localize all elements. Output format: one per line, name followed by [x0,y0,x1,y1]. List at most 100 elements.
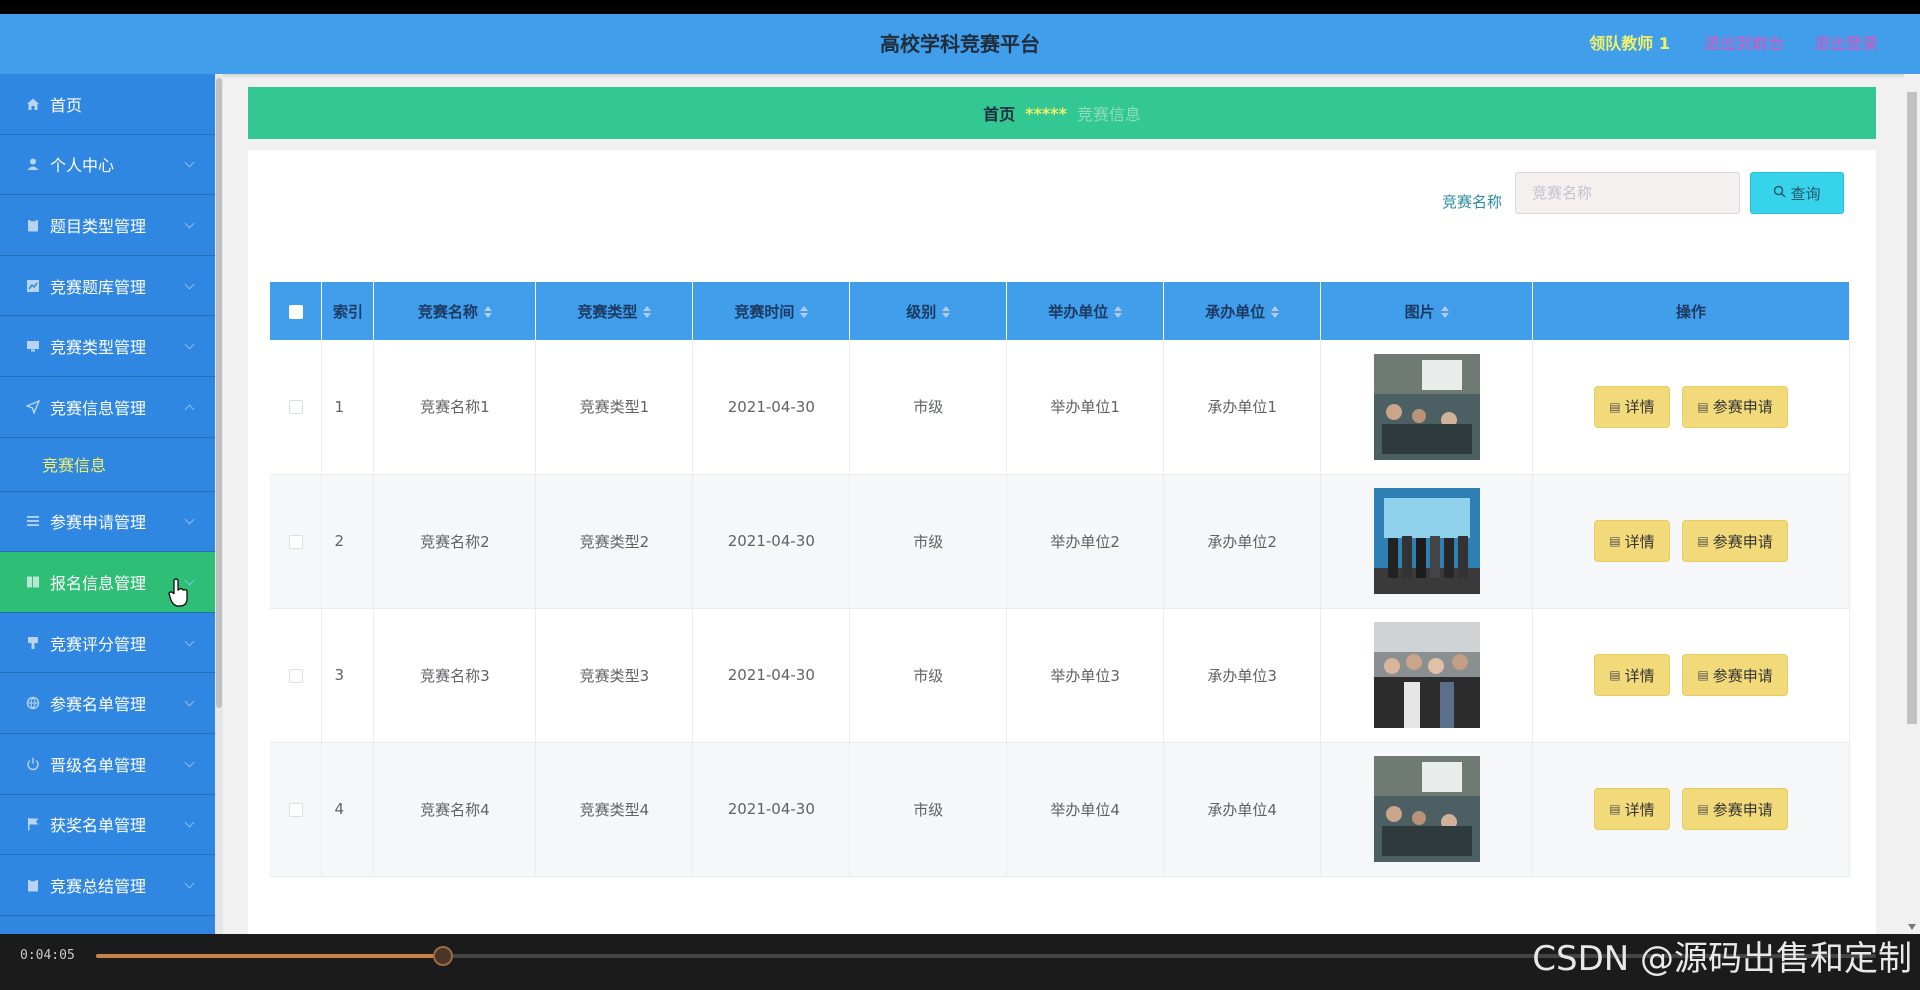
globe-icon [24,694,42,712]
breadcrumb-current: 竞赛信息 [1076,105,1141,124]
sidebar-item-label: 参赛名单管理 [50,695,147,715]
cell-time: 2021-04-30 [692,742,851,877]
list-icon [24,512,42,530]
video-player-bar: 0:04:05 CSDN @源码出售和定制 [0,934,1920,990]
search-label: 竞赛名称 [1442,193,1503,211]
sidebar-item-participants[interactable]: 参赛名单管理 [0,673,215,734]
main-scroll-thumb[interactable] [1907,92,1917,724]
sort-icon[interactable] [1440,306,1449,318]
chart-icon [24,277,42,295]
contest-photo[interactable] [1373,622,1480,728]
cell-index: 4 [321,742,375,877]
sort-icon[interactable] [1114,306,1123,318]
sidebar-item-home[interactable]: 首页 [0,74,215,135]
sidebar-item-profile[interactable]: 个人中心 [0,134,215,196]
chevron-down-icon [184,157,195,168]
apply-button[interactable]: ▤ 参赛申请 [1682,788,1788,830]
power-icon [24,755,42,773]
chevron-up-icon [184,404,195,415]
detail-button[interactable]: ▤ 详情 [1594,788,1670,830]
detail-button[interactable]: ▤ 详情 [1594,385,1670,428]
search-button[interactable]: 查询 [1750,172,1844,214]
sort-icon[interactable] [483,306,492,318]
column-header-image[interactable]: 图片 [1320,282,1534,340]
chevron-down-icon [184,636,195,646]
sidebar-item-summary[interactable]: 竞赛总结管理 [0,855,215,916]
document-icon: ▤ [1609,534,1621,548]
column-header-level[interactable]: 级别 [849,282,1008,340]
contest-photo[interactable] [1373,488,1480,594]
cell-organizer: 承办单位2 [1163,474,1322,609]
sort-icon[interactable] [1271,306,1280,318]
contest-photo[interactable] [1373,756,1480,862]
sidebar-item-awards[interactable]: 获奖名单管理 [0,794,215,856]
cell-name: 竞赛名称2 [373,474,537,609]
cell-name: 竞赛名称3 [373,608,537,743]
select-all-checkbox[interactable] [288,304,303,319]
chevron-down-icon [184,817,195,828]
sidebar-subitem-contest-info[interactable]: 竞赛信息 [0,437,215,492]
detail-button[interactable]: ▤ 详情 [1594,654,1670,696]
sidebar-item-label: 题目类型管理 [50,216,147,236]
column-header-host[interactable]: 举办单位 [1006,282,1165,340]
sidebar-item-apply[interactable]: 参赛申请管理 [0,491,215,553]
document-icon: ▤ [1609,668,1621,682]
flag-icon [24,815,42,833]
cell-name: 竞赛名称1 [373,340,537,475]
user-icon [24,155,42,173]
sidebar-item-label: 竞赛总结管理 [50,876,147,896]
watermark: CSDN @源码出售和定制 [1532,939,1912,979]
exit-to-front-link[interactable]: 退出到前台 [1704,14,1784,74]
column-header-type[interactable]: 竞赛类型 [535,282,694,340]
table-row: 4 竞赛名称4 竞赛类型4 2021-04-30 市级 举办单位4 承办单位4 … [270,742,1850,877]
sidebar-item-label: 晋级名单管理 [50,755,147,775]
column-header-time[interactable]: 竞赛时间 [692,282,851,340]
table-row: 3 竞赛名称3 竞赛类型3 2021-04-30 市级 举办单位3 承办单位3 … [270,608,1850,743]
sidebar-item-question-bank[interactable]: 竞赛题库管理 [0,255,215,317]
top-bar [0,0,1920,14]
logout-link[interactable]: 退出登录 [1814,14,1878,74]
chevron-down-icon [184,878,195,889]
detail-button[interactable]: ▤ 详情 [1594,520,1670,562]
sidebar-item-contest-type[interactable]: 竞赛类型管理 [0,316,215,377]
video-progress-knob[interactable] [433,946,454,966]
sidebar-item-promotion[interactable]: 晋级名单管理 [0,733,215,795]
row-checkbox[interactable] [288,400,303,415]
chevron-down-icon [184,339,195,350]
cell-type: 竞赛类型3 [535,608,694,743]
breadcrumb-home[interactable]: 首页 [983,101,1015,125]
sort-icon[interactable] [942,306,951,318]
sidebar-item-label: 竞赛题库管理 [50,277,147,297]
cell-organizer: 承办单位4 [1163,742,1322,877]
search-input[interactable] [1515,172,1740,214]
contest-photo[interactable] [1373,353,1480,460]
cell-type: 竞赛类型1 [535,340,694,475]
apply-button[interactable]: ▤ 参赛申请 [1682,654,1788,696]
main-scrollbar[interactable] [1904,74,1920,934]
row-checkbox[interactable] [288,668,303,683]
sidebar-item-contest-info[interactable]: 竞赛信息管理 [0,376,215,438]
table-row: 1 竞赛名称1 竞赛类型1 2021-04-30 市级 举办单位1 承办单位1 … [270,340,1850,475]
row-checkbox[interactable] [288,802,303,817]
sidebar-item-label: 竞赛信息管理 [50,398,147,418]
column-header-name[interactable]: 竞赛名称 [373,282,537,340]
table-row: 2 竞赛名称2 竞赛类型2 2021-04-30 市级 举办单位2 承办单位2 … [270,474,1850,609]
sidebar-scrollbar[interactable] [215,74,223,934]
document-icon: ▤ [1697,399,1709,414]
breadcrumb-separator: ***** [1025,103,1067,123]
apply-button[interactable]: ▤ 参赛申请 [1682,520,1788,562]
sort-icon[interactable] [800,306,809,318]
scroll-down-arrow-icon[interactable] [1908,924,1916,930]
sidebar-scroll-thumb[interactable] [216,78,222,708]
sidebar-item-question-type[interactable]: 题目类型管理 [0,195,215,256]
content-panel: 竞赛名称 查询 索引 竞赛名称 竞赛类型 竞赛时间 级别 举办单位 承办单位 图… [248,150,1876,934]
sort-icon[interactable] [643,306,652,318]
clipboard-icon [24,216,42,234]
sidebar-item-scoring[interactable]: 竞赛评分管理 [0,612,215,674]
cell-host: 举办单位1 [1006,340,1165,475]
column-header-organizer[interactable]: 承办单位 [1163,282,1322,340]
search-button-label: 查询 [1790,184,1821,203]
row-checkbox[interactable] [288,534,303,549]
apply-button[interactable]: ▤ 参赛申请 [1682,385,1788,428]
cell-level: 市级 [849,742,1008,877]
